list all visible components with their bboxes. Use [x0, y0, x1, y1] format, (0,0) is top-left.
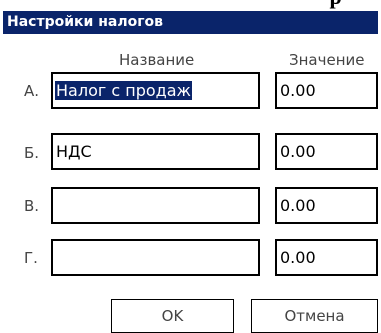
value-column-header: Значение — [289, 51, 365, 69]
tax-value-a: 0.00 — [280, 81, 316, 100]
tax-value-field-b[interactable]: 0.00 — [275, 133, 378, 170]
tax-value-b: 0.00 — [280, 142, 316, 161]
tax-value-c: 0.00 — [280, 196, 316, 215]
tax-name-field-b[interactable]: НДС — [51, 133, 260, 170]
tax-name-field-d[interactable] — [51, 239, 260, 276]
ok-button[interactable]: OK — [111, 299, 234, 333]
cropped-text-fragment: ———————— р ——— — [148, 0, 381, 10]
tax-settings-dialog: Настройки налогов Название Значение А. Н… — [3, 11, 378, 333]
cancel-button[interactable]: Отмена — [251, 299, 378, 333]
row-label-a: А. — [24, 82, 40, 100]
window-title: Настройки налогов — [7, 14, 163, 30]
tax-value-field-d[interactable]: 0.00 — [275, 239, 378, 276]
name-column-header: Название — [119, 51, 195, 69]
tax-name-value-a: Налог с продаж — [55, 81, 192, 100]
tax-value-field-a[interactable]: 0.00 — [275, 72, 378, 109]
row-label-c: В. — [24, 197, 40, 215]
tax-name-value-b: НДС — [56, 142, 92, 161]
title-bar[interactable]: Настройки налогов — [3, 11, 378, 34]
tax-value-field-c[interactable]: 0.00 — [275, 187, 378, 224]
tax-name-field-a[interactable]: Налог с продаж — [51, 72, 260, 109]
tax-name-field-c[interactable] — [51, 187, 260, 224]
row-label-b: Б. — [24, 144, 40, 162]
row-label-d: Г. — [24, 249, 38, 267]
tax-value-d: 0.00 — [280, 248, 316, 267]
